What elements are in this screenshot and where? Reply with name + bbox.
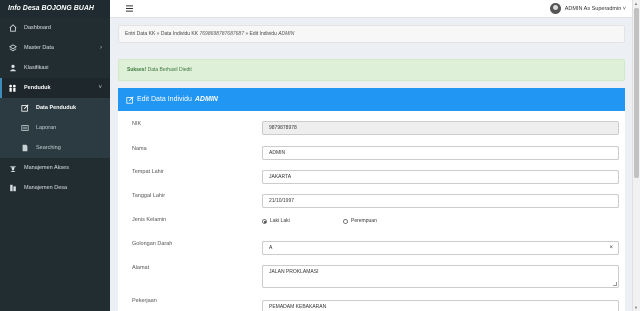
sidebar-nav: Dashboard Master Data › Klasifikasi Pend… [0,18,110,198]
edit-icon [126,95,134,104]
breadcrumb: Entri Data KK » Data Individu KK 7698698… [118,25,625,43]
radio-dot[interactable] [262,218,267,224]
golongan-darah-label: Golongan Darah [132,241,173,247]
tempat-lahir-label: Tempat Lahir [132,169,164,175]
scroll-up-icon[interactable]: ▲ [634,1,638,6]
chevron-down-icon: ˅ [98,85,102,91]
sidebar-item-label: Manajemen Akses [24,165,69,171]
sidebar-item-label: Dashboard [24,25,51,31]
sidebar-item-manajemen-akses[interactable]: Manajemen Akses [0,158,110,178]
sidebar-submenu: Data Penduduk Laporan Searching [0,98,110,158]
tempat-lahir-field[interactable]: JAKARTA [262,170,619,184]
menu-toggle-icon[interactable] [126,5,133,12]
breadcrumb-kk[interactable]: 7698698787687687 [199,31,244,37]
user-label: ADMIN As Superadmin ˅ [564,5,626,12]
breadcrumb-name: ADMIN [278,31,295,37]
chevron-right-icon: › [100,45,102,51]
nik-field[interactable]: 9879878978 [262,121,619,135]
alamat-label: Alamat [132,265,150,271]
people-icon [8,84,17,93]
sidebar-item-label: Klasifikasi [24,65,49,71]
panel-header: Edit Data Individu ADMIN [118,88,625,111]
tanggal-lahir-field[interactable]: 21/10/1997 [262,194,619,208]
pekerjaan-field[interactable]: PEMADAM KEBAKARAN [262,300,619,311]
nama-field[interactable]: ADMIN [262,146,619,160]
sidebar-item-manajemen-desa[interactable]: Manajemen Desa [0,178,110,198]
sidebar-item-label: Penduduk [24,85,51,91]
file-icon [20,144,29,153]
panel-title: Edit Data Individu [137,96,192,103]
sidebar-item-label: Manajemen Desa [24,185,68,191]
breadcrumb-part2: » Edit Individu [245,31,277,37]
nik-label: NIK [132,121,142,127]
alert-text: Data Berhasil Diedit [147,67,192,73]
edit-icon [20,104,29,113]
radio-label: Perempuan [351,218,377,224]
sidebar-item-label: Searching [36,145,61,151]
radio-label: Laki Laki [270,218,290,224]
radio-dot[interactable] [343,218,348,224]
sidebar-item-data-penduduk[interactable]: Data Penduduk [0,98,110,118]
sidebar: Info Desa BOJONG BUAH Dashboard Master D… [0,0,110,311]
nama-label: Nama [132,146,147,152]
user-secret-icon [8,164,17,173]
user-menu[interactable]: ADMIN As Superadmin ˅ [549,3,626,14]
panel-title-name: ADMIN [194,96,218,103]
edit-form: NIK 9879878978 Nama ADMIN Tempat Lahir J… [118,111,625,311]
layers-icon [8,44,17,53]
scroll-thumb[interactable] [634,8,639,178]
avatar [549,3,561,14]
scrollbar[interactable]: ▲ ▼ [632,0,640,311]
sidebar-item-klasifikasi[interactable]: Klasifikasi [0,58,110,78]
radio-laki-laki[interactable]: Laki Laki [262,218,290,224]
building-icon [8,184,17,193]
sidebar-item-dashboard[interactable]: Dashboard [0,18,110,38]
jenis-kelamin-label: Jenis Kelamin [132,217,167,223]
main-content: Entri Data KK » Data Individu KK 7698698… [110,18,632,311]
sidebar-item-laporan[interactable]: Laporan [0,118,110,138]
clear-icon[interactable]: × [609,242,613,254]
topbar: ADMIN As Superadmin ˅ [110,0,632,18]
sidebar-item-label: Master Data [24,45,54,51]
home-icon [8,24,17,33]
sidebar-item-searching[interactable]: Searching [0,138,110,158]
pekerjaan-label: Pekerjaan [132,298,157,304]
report-icon [20,124,29,133]
breadcrumb-part1[interactable]: Entri Data KK » Data Individu KK [125,31,198,37]
radio-perempuan[interactable]: Perempuan [343,218,377,224]
resize-handle-icon[interactable] [613,282,617,286]
alamat-value: JALAN PROKLAMASI [269,269,319,275]
success-alert: Sukses! Data Berhasil Diedit [118,59,625,81]
scroll-down-icon[interactable]: ▼ [634,305,638,310]
sidebar-item-label: Laporan [36,125,57,131]
brand-title[interactable]: Info Desa BOJONG BUAH [0,0,110,18]
select-value: A [269,245,273,251]
sidebar-item-penduduk[interactable]: Penduduk ˅ [0,78,110,98]
tanggal-lahir-label: Tanggal Lahir [132,193,166,199]
users-icon [8,64,17,73]
sidebar-item-label: Data Penduduk [36,105,77,111]
alamat-field[interactable]: JALAN PROKLAMASI [262,265,619,288]
golongan-darah-select[interactable]: A × [262,241,619,255]
sidebar-item-master-data[interactable]: Master Data › [0,38,110,58]
alert-strong: Sukses! [127,67,147,73]
